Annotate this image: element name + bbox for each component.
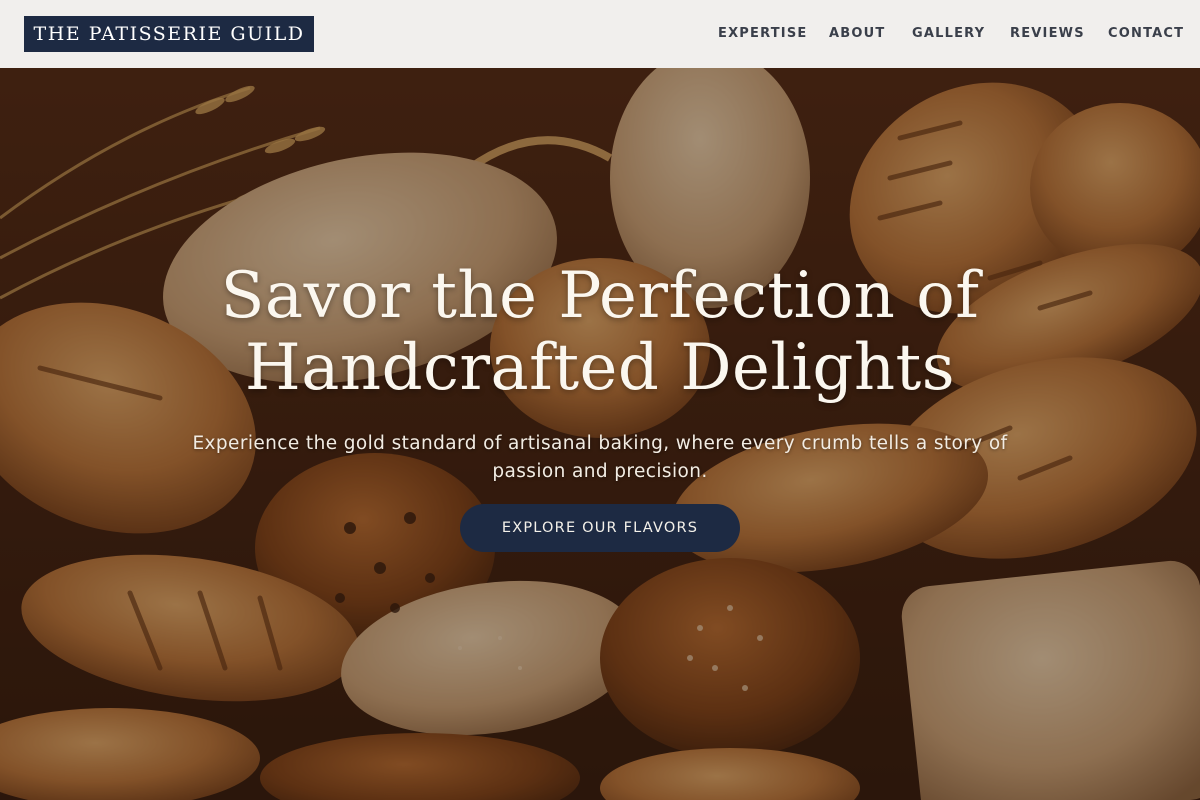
nav-link-gallery[interactable]: GALLERY bbox=[912, 25, 985, 43]
hero-section: Savor the Perfection of Handcrafted Deli… bbox=[0, 68, 1200, 800]
hero-subtitle: Experience the gold standard of artisana… bbox=[150, 430, 1050, 486]
hero-title-line-1: Savor the Perfection of bbox=[220, 259, 980, 333]
nav-link-reviews[interactable]: REVIEWS bbox=[1010, 25, 1085, 43]
hero-title: Savor the Perfection of Handcrafted Deli… bbox=[150, 260, 1050, 404]
hero-subtitle-line-2: passion and precision. bbox=[492, 461, 708, 482]
hero-subtitle-line-1: Experience the gold standard of artisana… bbox=[192, 433, 1008, 454]
site-header: THE PATISSERIE GUILD EXPERTISE ABOUT GAL… bbox=[0, 0, 1200, 68]
nav-link-contact[interactable]: CONTACT bbox=[1108, 25, 1184, 43]
explore-flavors-button[interactable]: EXPLORE OUR FLAVORS bbox=[460, 504, 740, 552]
nav-link-expertise[interactable]: EXPERTISE bbox=[718, 25, 808, 43]
nav-link-about[interactable]: ABOUT bbox=[829, 25, 885, 43]
logo[interactable]: THE PATISSERIE GUILD bbox=[24, 16, 314, 52]
hero-title-line-2: Handcrafted Delights bbox=[244, 331, 956, 405]
